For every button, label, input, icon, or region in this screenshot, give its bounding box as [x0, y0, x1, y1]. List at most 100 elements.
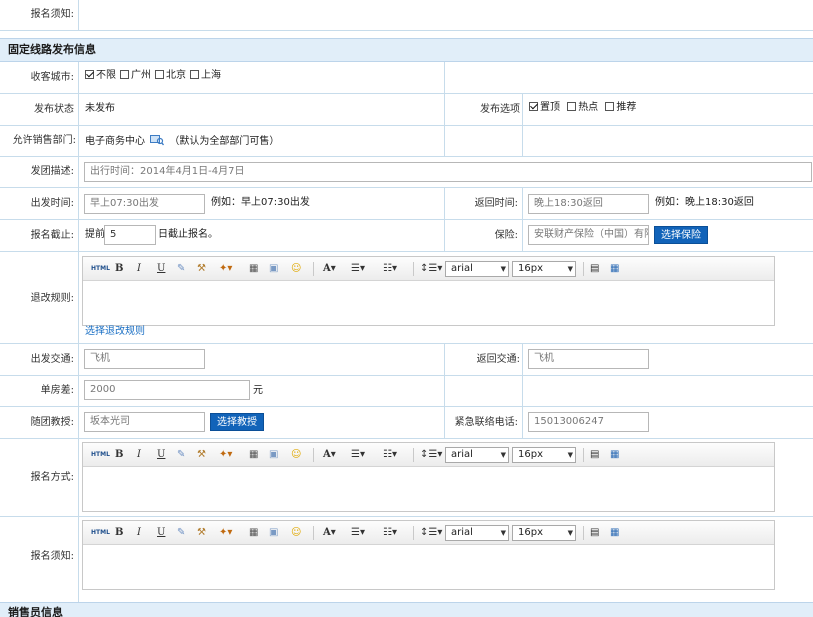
fullscreen-icon[interactable]: ▦ — [610, 448, 619, 462]
magic-wand-icon[interactable]: ✦▾ — [219, 448, 232, 462]
table-icon[interactable]: ▦ — [249, 448, 258, 462]
checkbox-label: 热点 — [578, 102, 599, 113]
print-icon[interactable]: ▤ — [590, 448, 599, 462]
magic-wand-icon[interactable]: ✦▾ — [219, 262, 232, 276]
underline-button[interactable]: U — [157, 448, 165, 462]
html-source-button[interactable]: HTML — [91, 448, 110, 462]
city-checkbox-beijing[interactable] — [155, 70, 164, 79]
font-family-select[interactable]: arial ▼ — [445, 525, 509, 541]
city-checkbox-unlimited[interactable] — [85, 70, 94, 79]
select-refund-rules-link[interactable]: 选择退改规则 — [85, 325, 145, 339]
return-time-input[interactable]: 晚上18:30返回 — [528, 194, 649, 214]
font-size-value: 16px — [518, 263, 543, 274]
signup-method-editor[interactable]: HTML B I U ✎ ⚒ ✦▾ ▦ ▣ ☺ A▾ ☰▾ ☷▾ ↕☰▾ ari… — [82, 442, 775, 512]
publish-checkbox-top[interactable] — [529, 102, 538, 111]
eraser-icon[interactable]: ✎ — [177, 262, 185, 276]
publish-options: 置顶 热点 推荐 — [529, 101, 640, 115]
italic-button[interactable]: I — [137, 262, 141, 276]
font-size-select[interactable]: 16px ▼ — [512, 261, 576, 277]
signup-notice-editor[interactable]: HTML B I U ✎ ⚒ ✦▾ ▦ ▣ ☺ A▾ ☰▾ ☷▾ ↕☰▾ ari… — [82, 520, 775, 590]
select-dept-icon[interactable] — [150, 134, 165, 146]
table-icon[interactable]: ▦ — [249, 262, 258, 276]
font-size-select[interactable]: 16px ▼ — [512, 525, 576, 541]
format-brush-icon[interactable]: ⚒ — [197, 262, 206, 276]
editor-toolbar: HTML B I U ✎ ⚒ ✦▾ ▦ ▣ ☺ A▾ ☰▾ ☷▾ ↕☰▾ ari… — [83, 521, 774, 545]
bold-button[interactable]: B — [115, 526, 123, 540]
font-family-select[interactable]: arial ▼ — [445, 261, 509, 277]
deadline-prefix: 提前 — [85, 229, 105, 240]
italic-button[interactable]: I — [137, 526, 141, 540]
table-icon[interactable]: ▦ — [249, 526, 258, 540]
line-height-icon[interactable]: ↕☰▾ — [420, 262, 442, 276]
bold-button[interactable]: B — [115, 448, 123, 462]
city-checkbox-shanghai[interactable] — [190, 70, 199, 79]
fullscreen-icon[interactable]: ▦ — [610, 262, 619, 276]
font-size-select[interactable]: 16px ▼ — [512, 447, 576, 463]
ordered-list-icon[interactable]: ☰▾ — [351, 262, 365, 276]
refund-rules-editor[interactable]: HTML B I U ✎ ⚒ ✦▾ ▦ ▣ ☺ A▾ ☰▾ ☷▾ ↕☰▾ ari… — [82, 256, 775, 326]
print-icon[interactable]: ▤ — [590, 262, 599, 276]
single-room-input[interactable]: 2000 — [84, 380, 250, 400]
font-family-value: arial — [451, 263, 473, 274]
editor-toolbar: HTML B I U ✎ ⚒ ✦▾ ▦ ▣ ☺ A▾ ☰▾ ☷▾ ↕☰▾ ari… — [83, 443, 774, 467]
format-brush-icon[interactable]: ⚒ — [197, 448, 206, 462]
image-icon[interactable]: ▣ — [269, 448, 278, 462]
field-label: 收客城市: — [30, 72, 74, 83]
emoticon-icon[interactable]: ☺ — [291, 262, 301, 276]
underline-button[interactable]: U — [157, 262, 165, 276]
html-source-button[interactable]: HTML — [91, 262, 110, 276]
city-checkbox-guangzhou[interactable] — [120, 70, 129, 79]
font-family-value: arial — [451, 527, 473, 538]
publish-checkbox-recommend[interactable] — [605, 102, 615, 111]
emoticon-icon[interactable]: ☺ — [291, 526, 301, 540]
image-icon[interactable]: ▣ — [269, 262, 278, 276]
deadline-days-input[interactable]: 5 — [104, 225, 156, 245]
emergency-phone-input[interactable]: 15013006247 — [528, 412, 649, 432]
guide-input[interactable]: 坂本光司 — [84, 412, 205, 432]
eraser-icon[interactable]: ✎ — [177, 526, 185, 540]
bold-button[interactable]: B — [115, 262, 123, 276]
select-professor-button[interactable]: 选择教授 — [210, 413, 264, 431]
format-brush-icon[interactable]: ⚒ — [197, 526, 206, 540]
chevron-down-icon: ▼ — [567, 451, 573, 459]
chevron-down-icon: ▼ — [500, 265, 506, 273]
return-transport-input[interactable]: 飞机 — [528, 349, 649, 369]
ordered-list-icon[interactable]: ☰▾ — [351, 448, 365, 462]
publish-status-value: 未发布 — [85, 103, 115, 114]
field-label: 报名须知: — [30, 551, 74, 562]
field-label: 发团描述: — [30, 166, 74, 177]
font-color-button[interactable]: A▾ — [323, 448, 336, 462]
chevron-down-icon: ▼ — [500, 529, 506, 537]
eraser-icon[interactable]: ✎ — [177, 448, 185, 462]
unordered-list-icon[interactable]: ☷▾ — [383, 526, 397, 540]
unordered-list-icon[interactable]: ☷▾ — [383, 448, 397, 462]
font-family-select[interactable]: arial ▼ — [445, 447, 509, 463]
image-icon[interactable]: ▣ — [269, 526, 278, 540]
publish-checkbox-hot[interactable] — [567, 102, 577, 111]
print-icon[interactable]: ▤ — [590, 526, 599, 540]
html-source-button[interactable]: HTML — [91, 526, 110, 540]
line-height-icon[interactable]: ↕☰▾ — [420, 526, 442, 540]
field-label: 报名截止: — [30, 230, 74, 241]
italic-button[interactable]: I — [137, 448, 141, 462]
fullscreen-icon[interactable]: ▦ — [610, 526, 619, 540]
magic-wand-icon[interactable]: ✦▾ — [219, 526, 232, 540]
font-color-button[interactable]: A▾ — [323, 526, 336, 540]
font-color-icon: A — [323, 527, 331, 538]
row-divider — [0, 219, 813, 220]
font-color-button[interactable]: A▾ — [323, 262, 336, 276]
ordered-list-icon[interactable]: ☰▾ — [351, 526, 365, 540]
line-height-icon[interactable]: ↕☰▾ — [420, 448, 442, 462]
group-desc-input[interactable]: 出行时间：2014年4月1日-4月7日 — [84, 162, 812, 182]
toolbar-separator — [413, 448, 414, 462]
emoticon-icon[interactable]: ☺ — [291, 448, 301, 462]
unordered-list-icon[interactable]: ☷▾ — [383, 262, 397, 276]
insurance-input[interactable]: 安联财产保险（中国）有限 — [528, 225, 649, 245]
underline-button[interactable]: U — [157, 526, 165, 540]
departure-transport-input[interactable]: 飞机 — [84, 349, 205, 369]
row-divider — [0, 93, 813, 94]
field-label: 发布状态 — [34, 104, 74, 115]
select-insurance-button[interactable]: 选择保险 — [654, 226, 708, 244]
checkbox-label: 不限 — [96, 70, 116, 81]
departure-time-input[interactable]: 早上07:30出发 — [84, 194, 205, 214]
